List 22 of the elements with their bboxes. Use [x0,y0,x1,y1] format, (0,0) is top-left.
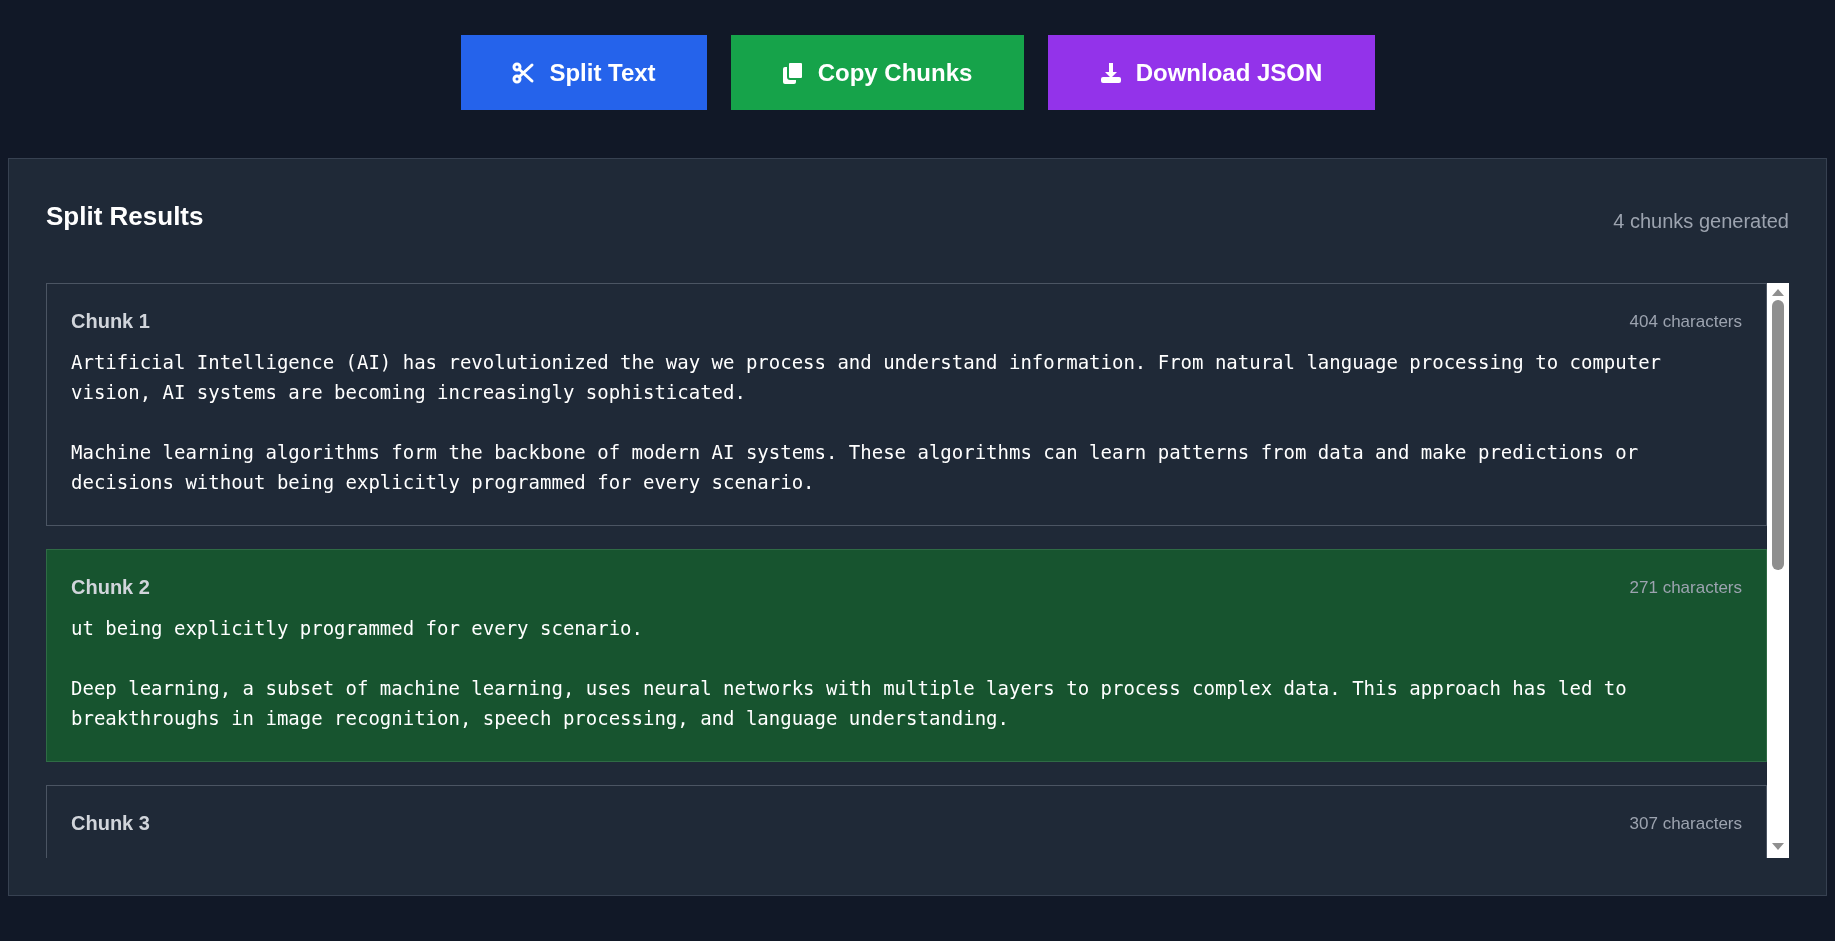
chunk-count: 4 chunks generated [1613,209,1789,233]
copy-button[interactable]: Copy Chunks [730,35,1024,110]
chunk-card[interactable] [46,283,1767,526]
chunk-text: Artificial Intelligence (AI) has revolutionized the way we process and understand information. From natural language processing to computer vision, AI systems are becoming increasingly sophisticated. Machine learning algorithms form the backbone of modern AI systems. These algorithms can learn patterns from data and make predictions or decisions without being explicitly programmed for every scenario. [71,350,1663,495]
results-title: Split Results [46,200,204,233]
split-button[interactable]: Split Text [460,35,707,110]
character-count: 271 characters [1629,577,1742,598]
chunk-title: Chunk 1 [71,310,150,333]
chunk-card[interactable]: Chunk 3 307 characters [46,785,1767,858]
character-count: 307 characters [1629,813,1742,834]
download-button[interactable]: Download JSON [1047,35,1375,110]
chunk-title: Chunk 2 [71,576,150,599]
character-count: 404 characters [1629,311,1742,332]
scrollbar[interactable] [1767,283,1789,858]
scroll-down-icon[interactable] [1772,843,1784,850]
scissors-icon [511,60,536,85]
scroll-thumb[interactable] [1772,300,1784,570]
chunk-text: ut being explicitly programmed for every scenario. Deep learning, a subset of machine learning, uses neural networks with multiple layers to process complex data. This approach has led to breakthroughs in image recognition, speech processing, and language understanding. [71,616,1628,731]
chunk-card[interactable] [46,549,1767,762]
copy-icon [781,60,804,85]
download-icon [1099,61,1122,84]
chunk-title: Chunk 3 [71,812,150,835]
